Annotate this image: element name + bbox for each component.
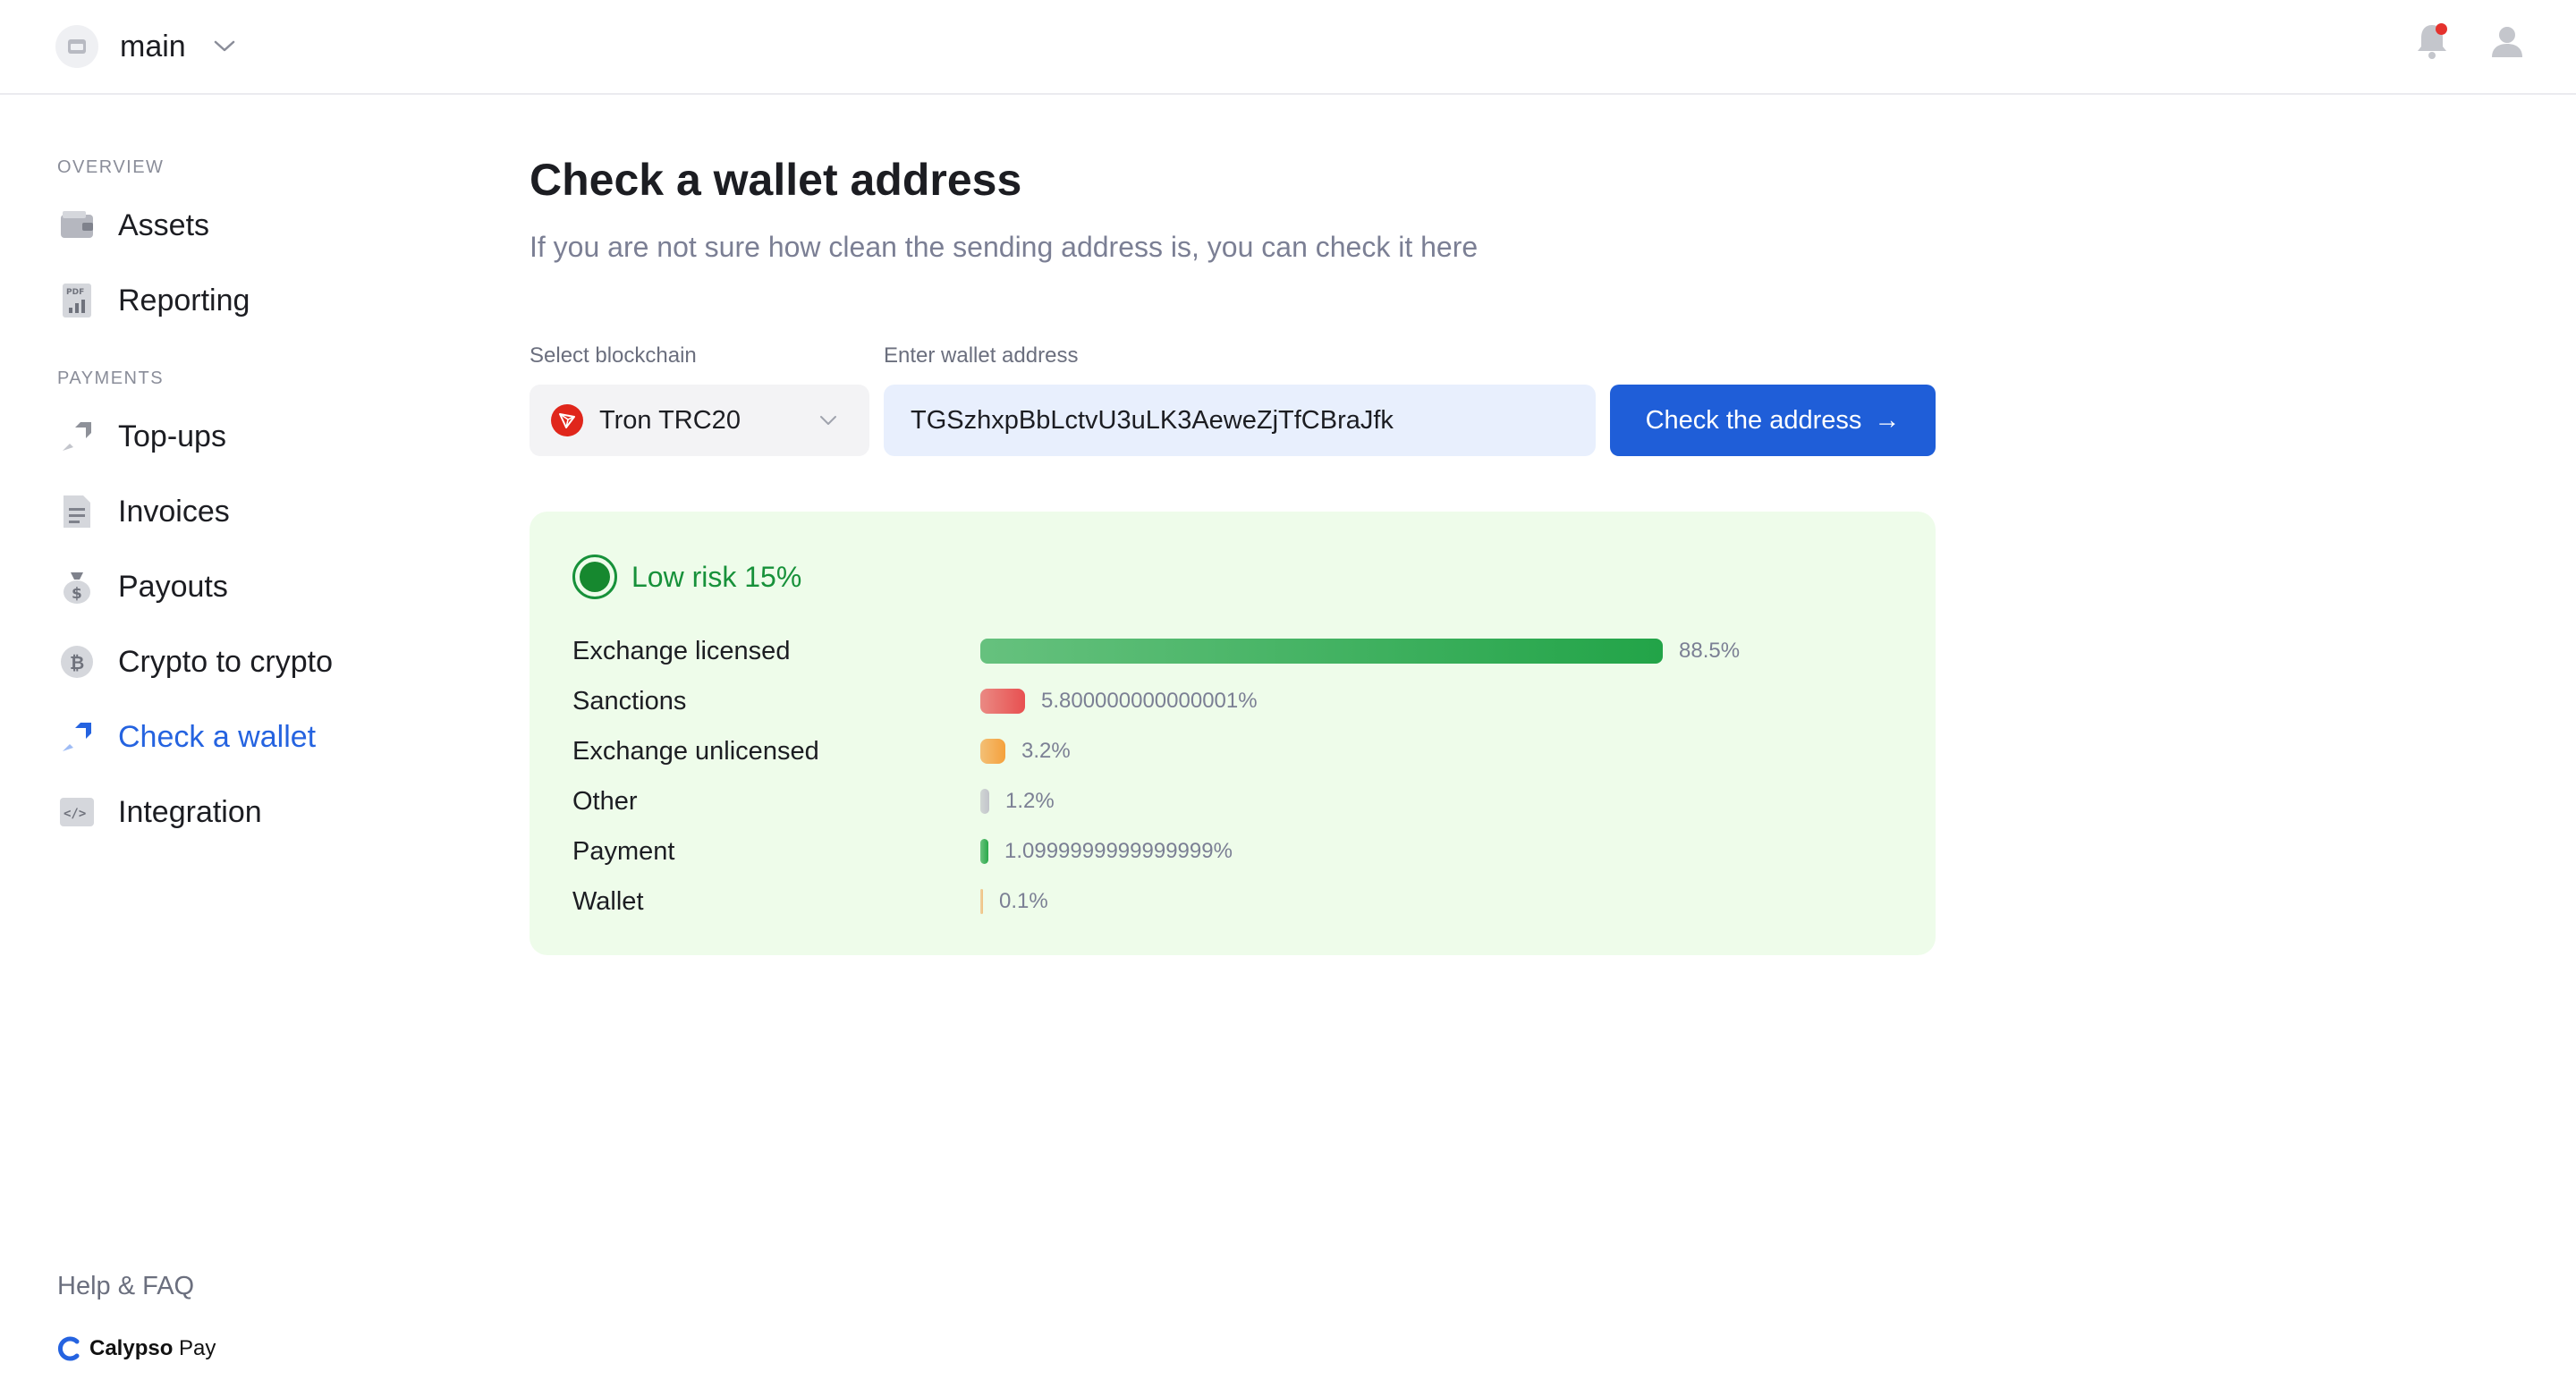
arrow-right-icon: → (1874, 405, 1901, 435)
tron-icon (551, 404, 583, 436)
risk-bar-track: 1.0999999999999999% (980, 839, 1233, 864)
sidebar-item-label: Reporting (118, 283, 250, 318)
risk-percent-value: 88.5% (1679, 639, 1741, 663)
risk-bar-track: 5.800000000000001% (980, 689, 1258, 714)
page-subtitle: If you are not sure how clean the sendin… (530, 231, 1479, 263)
risk-category-label: Wallet (572, 887, 644, 916)
bitcoin-icon: ₿ (57, 642, 97, 682)
blockchain-label: Select blockchain (530, 343, 697, 368)
address-label: Enter wallet address (884, 343, 1079, 368)
risk-result-card: Low risk 15% Exchange licensed 88.5% Sanct… (530, 512, 1936, 955)
risk-row: Sanctions 5.800000000000001% (572, 683, 1914, 719)
profile-button[interactable] (2488, 18, 2526, 64)
risk-category-label: Other (572, 787, 638, 816)
risk-row: Other 1.2% (572, 783, 1914, 819)
sidebar-item-label: Crypto to crypto (118, 644, 333, 679)
calypso-logo-icon (58, 1336, 80, 1361)
svg-text:</>: </> (64, 807, 86, 821)
risk-percent-value: 1.0999999999999999% (1004, 839, 1233, 863)
notification-badge (2436, 23, 2447, 35)
sidebar-item-top-ups[interactable]: Top-ups (57, 411, 226, 461)
code-icon: </> (57, 792, 97, 832)
check-wallet-icon (57, 717, 97, 757)
risk-bar (980, 639, 1663, 664)
risk-row: Exchange licensed 88.5% (572, 633, 1914, 669)
sidebar-item-label: Assets (118, 207, 210, 242)
risk-indicator-icon (572, 555, 617, 599)
risk-bar (980, 689, 1025, 714)
section-label-payments: PAYMENTS (57, 368, 165, 388)
pdf-report-icon: PDF (57, 281, 97, 320)
brand-logo: Calypso Pay (57, 1336, 216, 1361)
sidebar-item-label: Invoices (118, 494, 230, 529)
section-label-overview: OVERVIEW (57, 157, 165, 177)
brand-name-strong: Calypso (89, 1336, 174, 1360)
blockchain-select[interactable]: Tron TRC20 (530, 385, 869, 456)
risk-percent-value: 3.2% (1021, 739, 1071, 763)
risk-row: Wallet 0.1% (572, 884, 1914, 919)
check-address-button[interactable]: Check the address → (1610, 385, 1936, 456)
brand-name-light: Pay (173, 1336, 216, 1360)
risk-category-label: Exchange licensed (572, 637, 791, 665)
risk-row: Exchange unlicensed 3.2% (572, 733, 1914, 769)
svg-text:PDF: PDF (66, 288, 84, 297)
sidebar-item-crypto-to-crypto[interactable]: ₿ Crypto to crypto (57, 637, 333, 687)
document-icon (57, 492, 97, 531)
wallet-icon (57, 206, 97, 245)
risk-row: Payment 1.0999999999999999% (572, 834, 1914, 869)
money-bag-icon: $ (57, 567, 97, 606)
risk-bar (980, 789, 989, 814)
risk-category-label: Sanctions (572, 687, 687, 715)
sidebar-item-invoices[interactable]: Invoices (57, 487, 230, 537)
top-actions (2413, 18, 2526, 64)
risk-percent-value: 1.2% (1005, 789, 1055, 813)
risk-bar (980, 889, 983, 914)
risk-percent-value: 0.1% (999, 889, 1048, 913)
svg-text:$: $ (72, 585, 82, 603)
sidebar-item-label: Integration (118, 794, 262, 829)
top-bar: main (0, 0, 2576, 95)
risk-bar (980, 839, 988, 864)
workspace-switcher[interactable]: main (55, 23, 238, 70)
sidebar-item-check-a-wallet[interactable]: Check a wallet (57, 712, 316, 762)
risk-category-label: Exchange unlicensed (572, 737, 819, 766)
chevron-down-icon (820, 416, 836, 425)
sidebar-item-integration[interactable]: </> Integration (57, 787, 262, 837)
sidebar-item-reporting[interactable]: PDF Reporting (57, 275, 250, 326)
risk-bar-track: 3.2% (980, 739, 1071, 764)
sidebar-item-label: Top-ups (118, 419, 226, 453)
sidebar-item-assets[interactable]: Assets (57, 200, 209, 250)
notifications-button[interactable] (2413, 18, 2451, 64)
chevron-down-icon (211, 33, 238, 60)
risk-summary: Low risk 15% (572, 555, 801, 599)
sidebar-item-payouts[interactable]: $ Payouts (57, 562, 228, 612)
risk-bar-track: 88.5% (980, 639, 1740, 664)
wallet-address-input[interactable] (884, 385, 1596, 456)
risk-category-label: Payment (572, 837, 675, 866)
sidebar: OVERVIEW Assets PDF Reporting PAYMENTS T… (0, 95, 465, 1397)
help-faq-link[interactable]: Help & FAQ (57, 1272, 194, 1301)
svg-text:₿: ₿ (70, 652, 84, 673)
workspace-name: main (120, 29, 186, 64)
user-icon (2492, 27, 2522, 57)
blockchain-value: Tron TRC20 (599, 405, 741, 435)
risk-bar (980, 739, 1005, 764)
risk-percent-value: 5.800000000000001% (1041, 689, 1258, 713)
risk-label: Low risk 15% (631, 560, 802, 593)
check-address-label: Check the address (1645, 405, 1862, 435)
workspace-icon (55, 25, 98, 68)
sidebar-item-label: Check a wallet (118, 719, 317, 754)
page-title: Check a wallet address (530, 155, 1022, 205)
risk-bar-track: 0.1% (980, 889, 1048, 914)
risk-bar-track: 1.2% (980, 789, 1055, 814)
sidebar-item-label: Payouts (118, 569, 228, 604)
brand-name: Calypso Pay (89, 1336, 216, 1361)
arrow-in-icon (57, 417, 97, 456)
